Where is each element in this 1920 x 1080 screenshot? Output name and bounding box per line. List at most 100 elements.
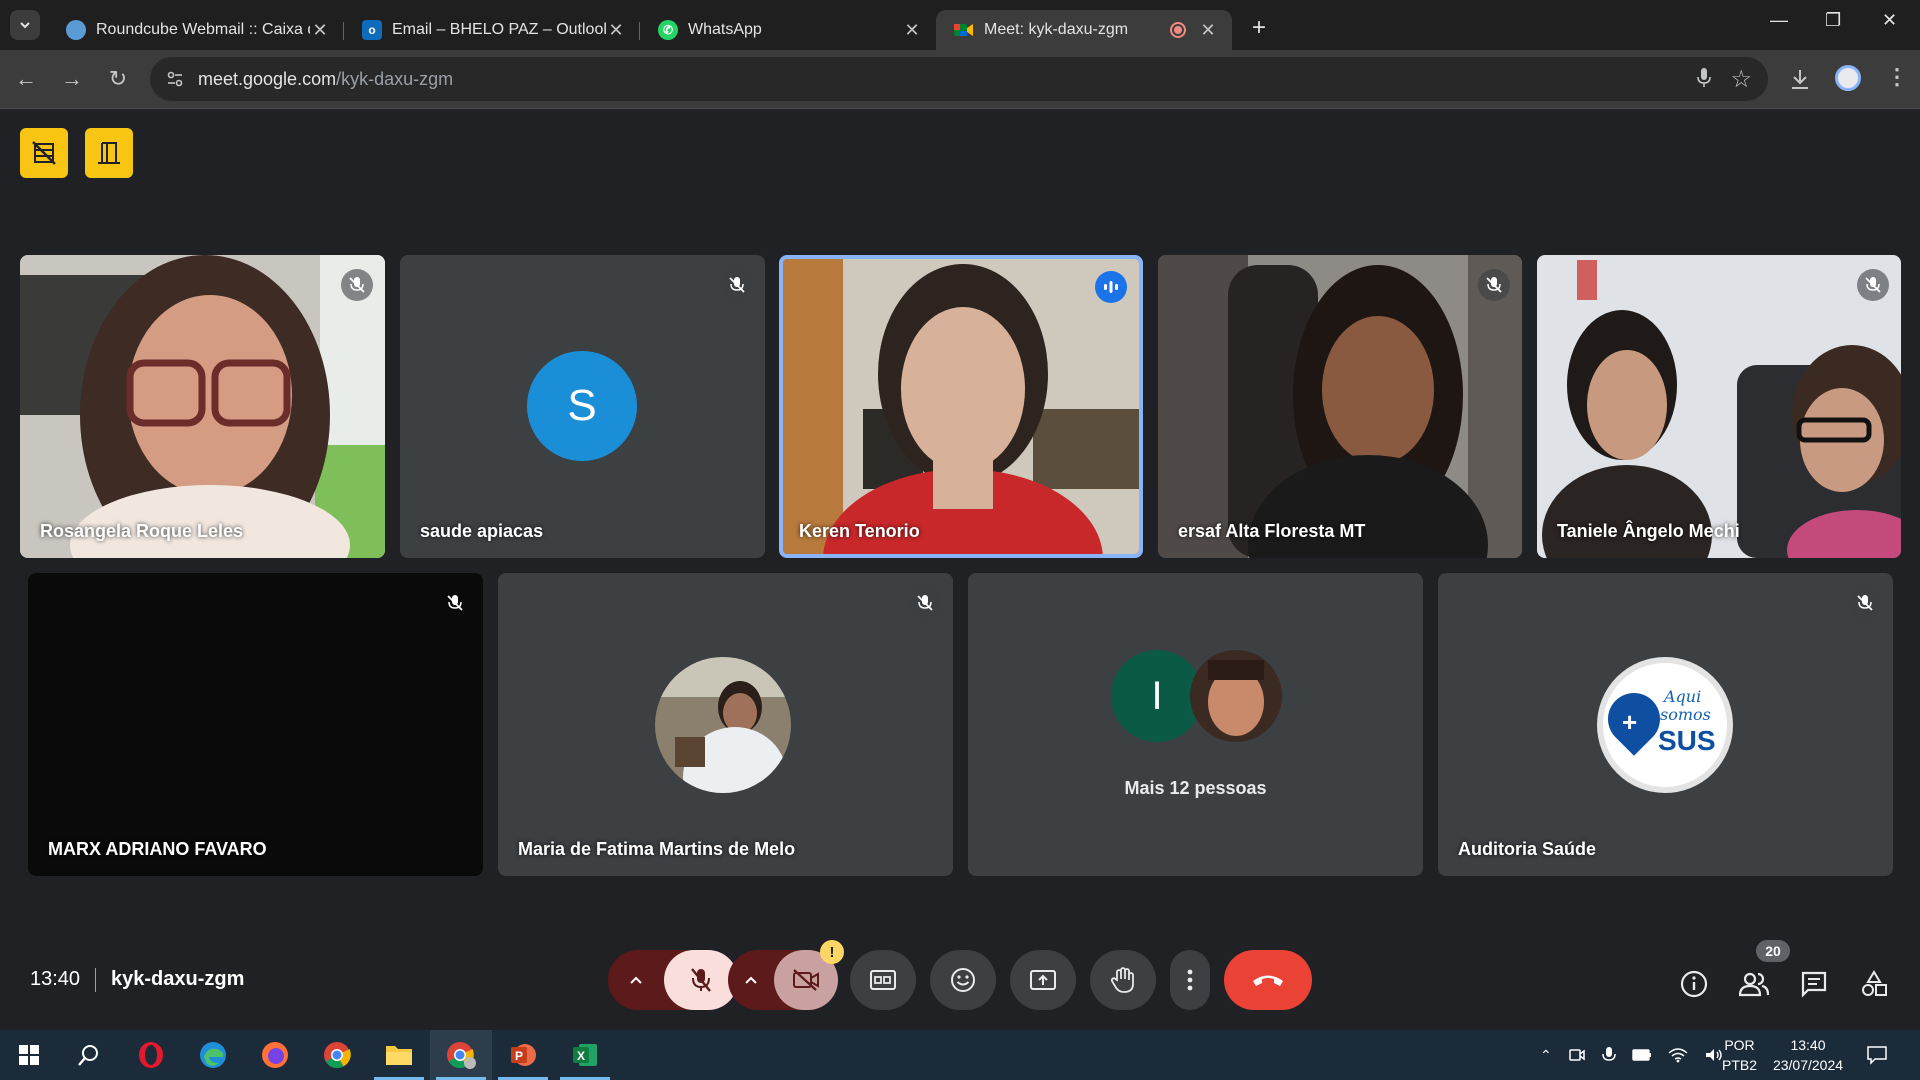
chat-icon — [1801, 971, 1827, 998]
more-participants-tile[interactable]: I Mais 12 pessoas — [968, 573, 1423, 876]
mic-off-icon — [721, 269, 753, 301]
mic-off-icon — [439, 587, 471, 619]
microphone-icon[interactable] — [1696, 67, 1712, 95]
windows-start-button[interactable] — [0, 1030, 58, 1080]
activities-button[interactable] — [1858, 968, 1890, 1000]
bookmark-star-icon[interactable]: ☆ — [1730, 65, 1752, 94]
participant-name: saude apiacas — [420, 521, 544, 541]
tab-whatsapp[interactable]: ✆ WhatsApp ✕ — [640, 10, 936, 50]
taskbar-edge[interactable] — [182, 1030, 244, 1080]
chrome-icon — [324, 1042, 351, 1069]
excel-icon: X — [573, 1044, 597, 1066]
window-close-icon[interactable]: ✕ — [1882, 10, 1897, 31]
present-screen-icon — [1030, 970, 1056, 990]
participant-tile[interactable]: ersaf Alta Floresta MT — [1158, 255, 1522, 558]
chevron-down-icon — [20, 22, 30, 29]
participant-video — [20, 255, 385, 558]
tab-meet[interactable]: Meet: kyk-daxu-zgm ✕ — [936, 10, 1232, 50]
grid-off-icon — [32, 141, 56, 165]
tab-close-icon[interactable]: ✕ — [1198, 20, 1218, 41]
present-screen-button[interactable] — [1010, 950, 1076, 1010]
clock-time: 13:40 — [1790, 1037, 1826, 1053]
microphone-icon[interactable] — [1601, 1046, 1616, 1064]
address-bar[interactable]: meet.google.com/kyk-daxu-zgm ☆ — [150, 57, 1768, 101]
emoji-icon — [951, 968, 975, 992]
notifications-button[interactable] — [1866, 1030, 1888, 1080]
profile-avatar[interactable] — [1835, 65, 1861, 91]
tab-roundcube[interactable]: Roundcube Webmail :: Caixa de ✕ — [48, 10, 344, 50]
notification-icon — [1867, 1046, 1887, 1065]
back-arrow-icon[interactable]: ← — [6, 66, 46, 92]
taskbar-file-explorer[interactable] — [368, 1030, 430, 1080]
plus-icon: + — [1622, 707, 1638, 737]
taskbar-opera[interactable] — [120, 1030, 182, 1080]
participant-tile[interactable]: S saude apiacas — [400, 255, 765, 558]
whatsapp-icon: ✆ — [658, 20, 678, 40]
speaking-indicator-icon — [1095, 271, 1127, 303]
raise-hand-button[interactable] — [1090, 950, 1156, 1010]
taskbar-powerpoint[interactable]: P — [492, 1030, 554, 1080]
participant-tile[interactable]: Maria de Fatima Martins de Melo — [498, 573, 953, 876]
taskbar-firefox[interactable] — [244, 1030, 306, 1080]
participant-tile[interactable]: MARX ADRIANO FAVARO — [28, 573, 483, 876]
layout-extension-button[interactable] — [85, 128, 133, 178]
recording-icon — [1170, 22, 1186, 38]
taskbar-chrome[interactable] — [306, 1030, 368, 1080]
mic-off-icon — [909, 587, 941, 619]
sus-logo-avatar: + Aqui somos SUS — [1597, 657, 1733, 793]
activities-icon — [1862, 970, 1887, 996]
more-options-button[interactable] — [1170, 950, 1210, 1010]
tab-outlook[interactable]: o Email – BHELO PAZ – Outlook ✕ — [344, 10, 640, 50]
microphone-toggle-button[interactable] — [664, 950, 738, 1010]
more-vert-icon — [1187, 969, 1193, 991]
participant-tile[interactable]: + Aqui somos SUS Auditoria Saúde — [1438, 573, 1893, 876]
language-code: POR — [1724, 1037, 1755, 1053]
taskbar-clock[interactable]: 13:40 23/07/2024 — [1768, 1030, 1848, 1080]
browser-tab-strip: Roundcube Webmail :: Caixa de ✕ o Email … — [0, 0, 1920, 50]
reactions-button[interactable] — [930, 950, 996, 1010]
chevron-up-icon[interactable] — [728, 950, 774, 1010]
speaker-icon[interactable] — [1704, 1047, 1724, 1063]
clock-date: 23/07/2024 — [1772, 1057, 1844, 1073]
minimize-icon[interactable]: ― — [1770, 10, 1788, 31]
tab-search-button[interactable] — [10, 10, 40, 40]
meeting-code: kyk-daxu-zgm — [111, 968, 245, 990]
taskbar-chrome-meet[interactable] — [430, 1030, 492, 1080]
meeting-details-button[interactable] — [1678, 968, 1710, 1000]
chrome-icon — [447, 1042, 476, 1069]
restore-icon[interactable]: ❐ — [1825, 10, 1841, 31]
tab-close-icon[interactable]: ✕ — [902, 20, 922, 41]
chevron-up-icon[interactable] — [608, 950, 664, 1010]
chat-button[interactable] — [1798, 968, 1830, 1000]
leave-call-button[interactable] — [1224, 950, 1312, 1010]
taskbar-excel[interactable]: X — [554, 1030, 616, 1080]
new-tab-button[interactable]: + — [1252, 14, 1266, 42]
site-info-icon[interactable] — [166, 70, 184, 88]
divider — [95, 968, 96, 992]
meet-tray-icon[interactable] — [1568, 1046, 1586, 1064]
taskbar-search[interactable] — [58, 1030, 120, 1080]
tab-close-icon[interactable]: ✕ — [606, 20, 626, 41]
people-button[interactable] — [1738, 968, 1770, 1000]
battery-icon[interactable] — [1632, 1049, 1652, 1061]
participant-tile[interactable]: Taniele Ângelo Mechi — [1537, 255, 1901, 558]
tab-close-icon[interactable]: ✕ — [310, 20, 330, 41]
people-count-badge: 20 — [1756, 940, 1790, 962]
chevron-up-icon[interactable]: ⌃ — [1540, 1047, 1552, 1064]
people-icon — [1739, 972, 1769, 997]
download-icon[interactable] — [1790, 68, 1810, 96]
camera-off-icon — [793, 969, 819, 991]
svg-text:P: P — [515, 1049, 523, 1063]
forward-arrow-icon[interactable]: → — [52, 66, 92, 92]
participant-tile[interactable]: Rosangela Roque Leles — [20, 255, 385, 558]
mic-off-icon — [1857, 269, 1889, 301]
reload-icon[interactable]: ↻ — [98, 66, 138, 92]
url-text: meet.google.com/kyk-daxu-zgm — [198, 68, 454, 89]
language-indicator[interactable]: POR PTB2 — [1722, 1030, 1757, 1080]
camera-off-extension-button[interactable] — [20, 128, 68, 178]
participant-tile-active-speaker[interactable]: Keren Tenorio — [779, 255, 1143, 558]
wifi-icon[interactable] — [1668, 1047, 1688, 1063]
captions-button[interactable] — [850, 950, 916, 1010]
roundcube-icon — [66, 20, 86, 40]
more-options-icon[interactable]: ⋮ — [1886, 64, 1908, 90]
